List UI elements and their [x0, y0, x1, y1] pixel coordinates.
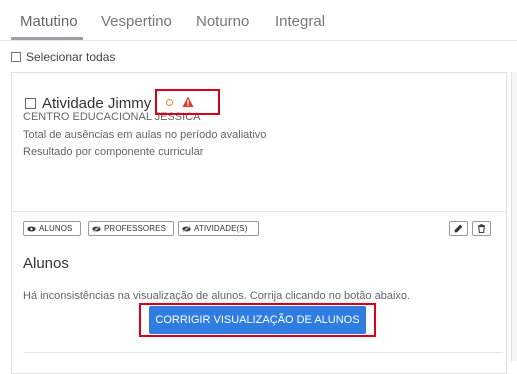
activity-checkbox[interactable] — [25, 98, 36, 109]
select-all-label: Selecionar todas — [26, 50, 116, 64]
eye-slash-icon — [92, 225, 101, 232]
section-title-alunos: Alunos — [23, 255, 69, 272]
activity-description-1: Total de ausências em aulas no período a… — [23, 129, 267, 141]
delete-button[interactable] — [472, 221, 491, 236]
card-divider — [12, 211, 506, 212]
select-all[interactable]: Selecionar todas — [11, 50, 115, 64]
activity-description-2: Resultado por componente curricular — [23, 146, 204, 158]
eye-slash-icon — [182, 225, 191, 232]
tab-noturno[interactable]: Noturno — [196, 13, 249, 30]
pencil-icon — [454, 224, 463, 233]
activity-card: Atividade Jimmy CENTRO EDUCACIONAL JESSI… — [11, 72, 507, 374]
warning-triangle-icon — [182, 96, 194, 107]
view-professores-button[interactable]: PROFESSORES — [88, 221, 174, 236]
select-all-checkbox[interactable] — [11, 52, 21, 62]
view-alunos-label: ALUNOS — [39, 224, 73, 233]
tab-matutino[interactable]: Matutino — [20, 13, 78, 30]
view-atividades-label: ATIVIDADE(S) — [194, 224, 248, 233]
tab-vespertino[interactable]: Vespertino — [101, 13, 172, 30]
view-professores-label: PROFESSORES — [104, 224, 167, 233]
circle-outline-icon — [166, 99, 173, 106]
tab-integral[interactable]: Integral — [275, 13, 325, 30]
activity-title: Atividade Jimmy — [42, 95, 152, 112]
inconsistency-message: Há inconsistências na visualização de al… — [23, 290, 411, 302]
eye-icon — [27, 226, 36, 231]
edit-button[interactable] — [449, 221, 468, 236]
view-alunos-button[interactable]: ALUNOS — [23, 221, 81, 236]
activity-title-row: Atividade Jimmy — [25, 95, 151, 112]
next-card-edge — [511, 72, 517, 361]
active-tab-indicator — [11, 37, 83, 40]
view-atividades-button[interactable]: ATIVIDADE(S) — [178, 221, 259, 236]
fix-student-visibility-button[interactable]: CORRIGIR VISUALIZAÇÃO DE ALUNOS — [149, 306, 366, 334]
bottom-divider — [23, 352, 503, 353]
shift-tabs: Matutino Vespertino Noturno Integral — [0, 0, 517, 41]
trash-icon — [478, 224, 485, 233]
